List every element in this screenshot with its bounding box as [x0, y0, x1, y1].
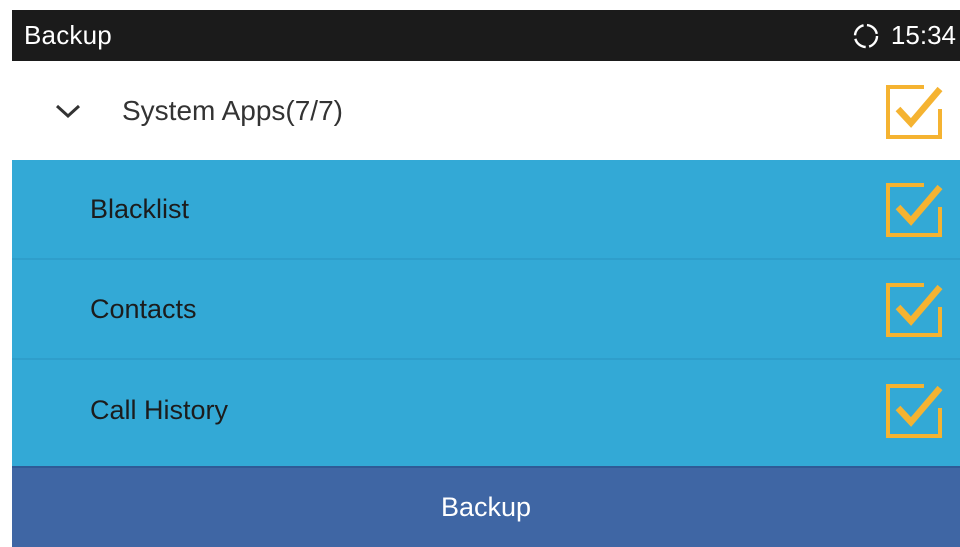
group-header-system-apps[interactable]: System Apps(7/7): [12, 61, 960, 160]
list-item-label: Blacklist: [90, 193, 190, 224]
status-right-area: 15:34: [851, 20, 956, 51]
clock-time: 15:34: [890, 20, 956, 50]
list-item-label: Call History: [90, 394, 229, 425]
backup-button[interactable]: Backup: [12, 466, 960, 547]
group-select-all-checkbox[interactable]: [884, 81, 944, 141]
screen-title: Backup: [24, 20, 112, 50]
item-checkbox[interactable]: [884, 279, 944, 339]
status-bar: Backup 15:34: [0, 0, 960, 61]
group-label: System Apps(7/7): [122, 94, 343, 126]
list-item[interactable]: Blacklist: [12, 160, 960, 260]
chevron-down-icon[interactable]: [48, 102, 88, 120]
item-checkbox[interactable]: [884, 380, 944, 440]
list-item[interactable]: Call History: [12, 360, 960, 460]
list-item-label: Contacts: [90, 293, 197, 324]
sync-icon: [851, 21, 881, 51]
app-list: Blacklist Contacts Call History: [12, 160, 960, 466]
item-checkbox[interactable]: [884, 179, 944, 239]
list-item[interactable]: Contacts: [12, 260, 960, 360]
backup-screen: Backup 15:34 System Apps(7/7) Blacklist: [0, 0, 960, 547]
